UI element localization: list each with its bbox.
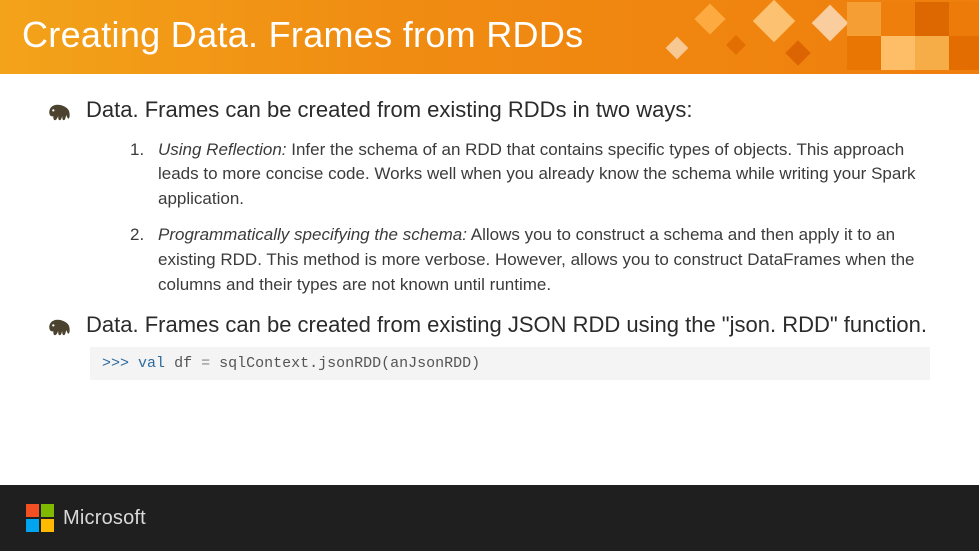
bullet-2: Data. Frames can be created from existin… bbox=[46, 311, 933, 339]
numbered-list: Using Reflection: Infer the schema of an… bbox=[130, 138, 933, 298]
hadoop-elephant-icon bbox=[46, 317, 72, 337]
code-lhs: df bbox=[174, 355, 192, 372]
microsoft-wordmark: Microsoft bbox=[63, 507, 146, 530]
slide-title: Creating Data. Frames from RDDs bbox=[0, 0, 979, 56]
code-prompt: >>> bbox=[102, 355, 129, 372]
title-bar: Creating Data. Frames from RDDs bbox=[0, 0, 979, 74]
list-item: Programmatically specifying the schema: … bbox=[130, 223, 920, 297]
slide-body: Data. Frames can be created from existin… bbox=[0, 74, 979, 380]
hadoop-elephant-icon bbox=[46, 102, 72, 122]
microsoft-tiles-icon bbox=[26, 504, 54, 532]
bullet-1: Data. Frames can be created from existin… bbox=[46, 96, 933, 124]
item-emph: Programmatically specifying the schema: bbox=[158, 225, 467, 244]
code-rhs: sqlContext.jsonRDD(anJsonRDD) bbox=[219, 355, 480, 372]
code-block: >>> val df = sqlContext.jsonRDD(anJsonRD… bbox=[90, 347, 930, 380]
bullet-2-text: Data. Frames can be created from existin… bbox=[86, 311, 927, 339]
footer: Microsoft bbox=[0, 485, 979, 551]
code-keyword: val bbox=[138, 355, 165, 372]
microsoft-logo: Microsoft bbox=[26, 504, 146, 532]
code-op: = bbox=[201, 355, 210, 372]
bullet-1-text: Data. Frames can be created from existin… bbox=[86, 96, 692, 124]
list-item: Using Reflection: Infer the schema of an… bbox=[130, 138, 920, 212]
slide: Creating Data. Frames from RDDs Data. Fr… bbox=[0, 0, 979, 551]
item-emph: Using Reflection: bbox=[158, 140, 287, 159]
